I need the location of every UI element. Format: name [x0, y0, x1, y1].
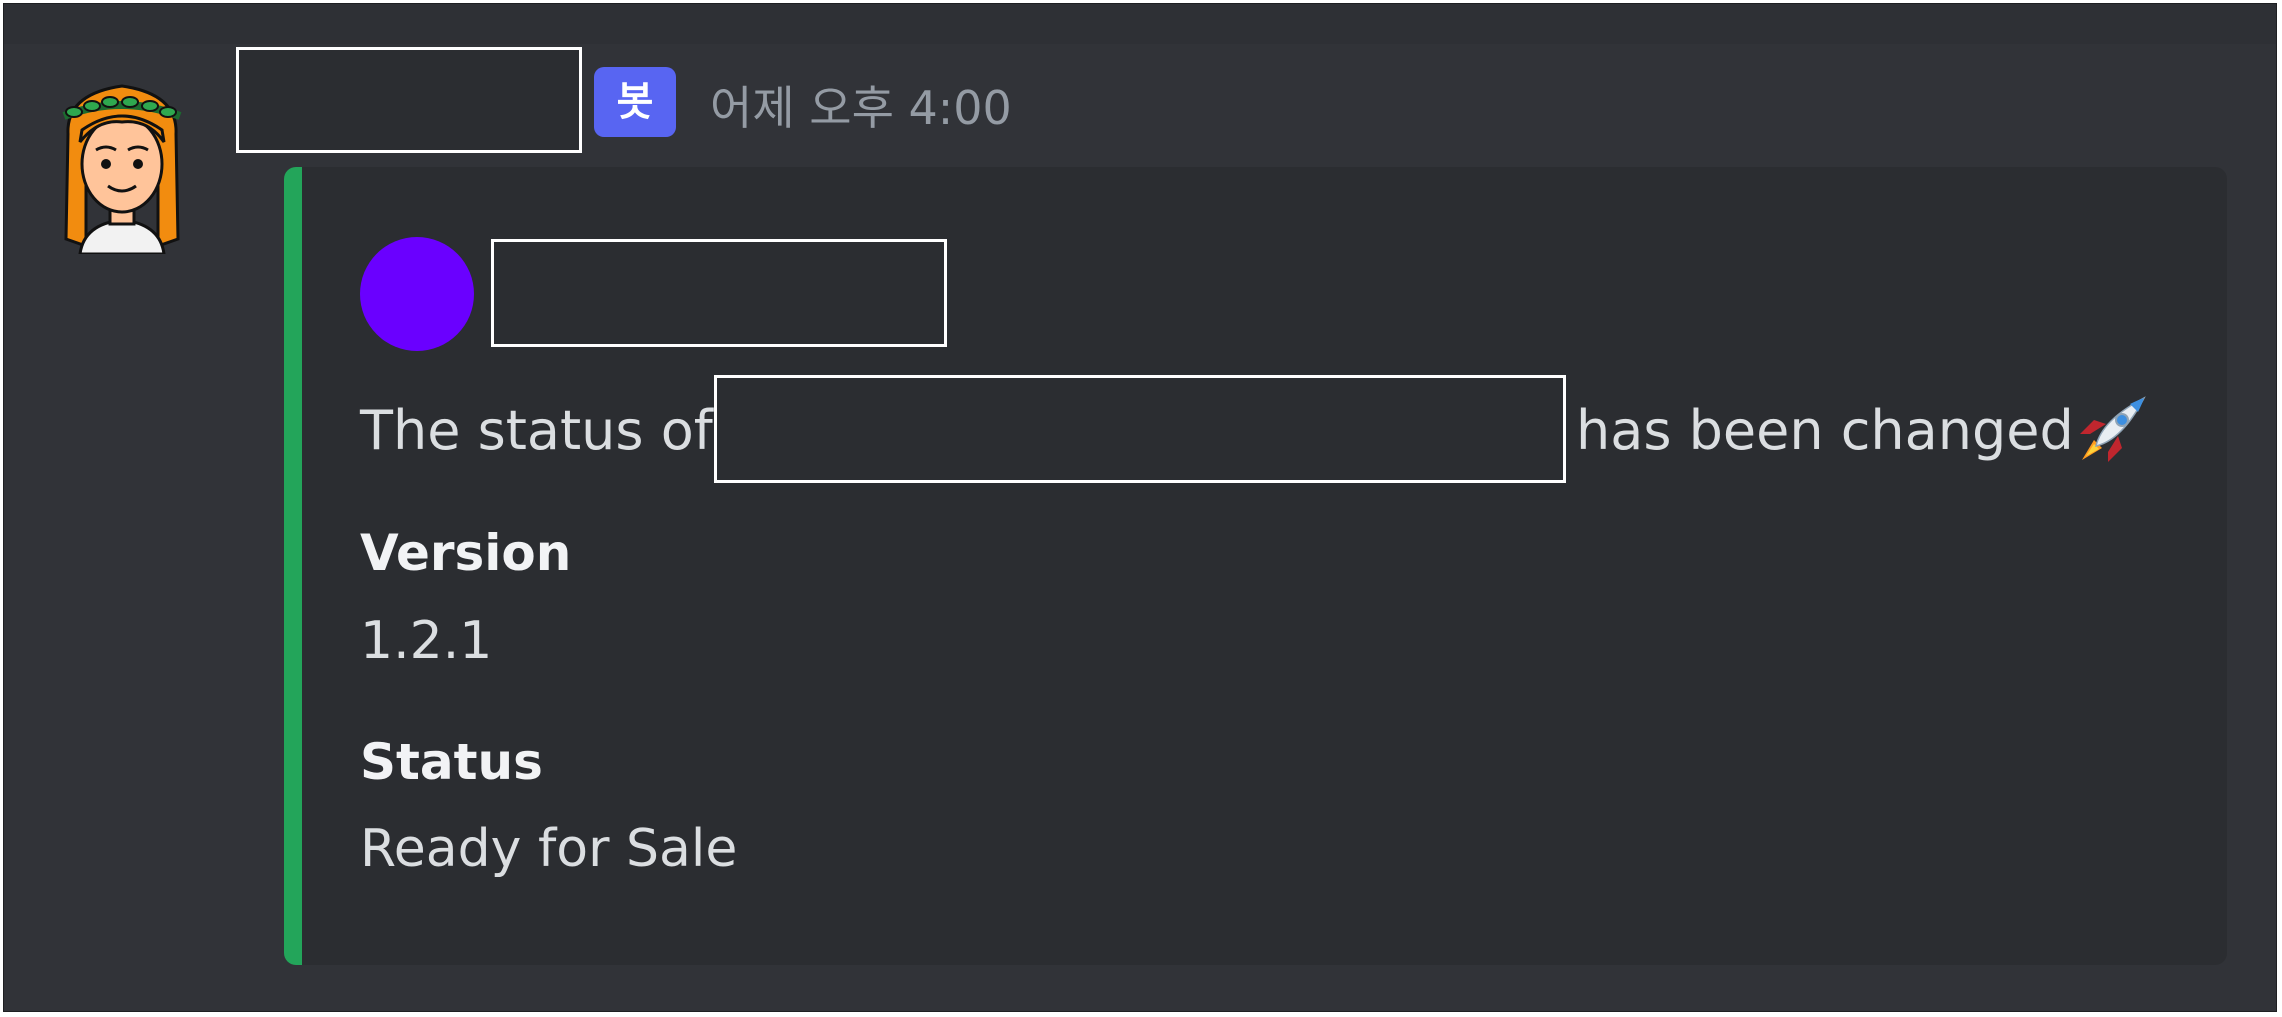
discord-message-container: 봇 어제 오후 4:00 The status of has been chan…: [3, 3, 2277, 1012]
bot-badge: 봇: [594, 67, 676, 137]
embed-author-icon: [360, 237, 474, 351]
embed-field-status-value: Ready for Sale: [360, 819, 738, 879]
username-redacted[interactable]: [236, 47, 582, 153]
embed-field-version-value: 1.2.1: [360, 611, 493, 671]
rocket-emoji-icon: [2072, 390, 2152, 470]
embed-description-suffix: has been changed: [1576, 399, 2074, 462]
bot-avatar[interactable]: [58, 64, 186, 256]
embed-description-prefix: The status of: [360, 399, 713, 462]
embed-field-version-name: Version: [360, 524, 572, 582]
embed-field-status-name: Status: [360, 733, 543, 791]
embed-description-redacted: [714, 375, 1566, 483]
avatar-illustration-icon: [62, 84, 182, 256]
previous-message-strip: [4, 4, 2276, 44]
message-timestamp[interactable]: 어제 오후 4:00: [710, 80, 1012, 136]
embed-author-name-redacted[interactable]: [491, 239, 947, 347]
